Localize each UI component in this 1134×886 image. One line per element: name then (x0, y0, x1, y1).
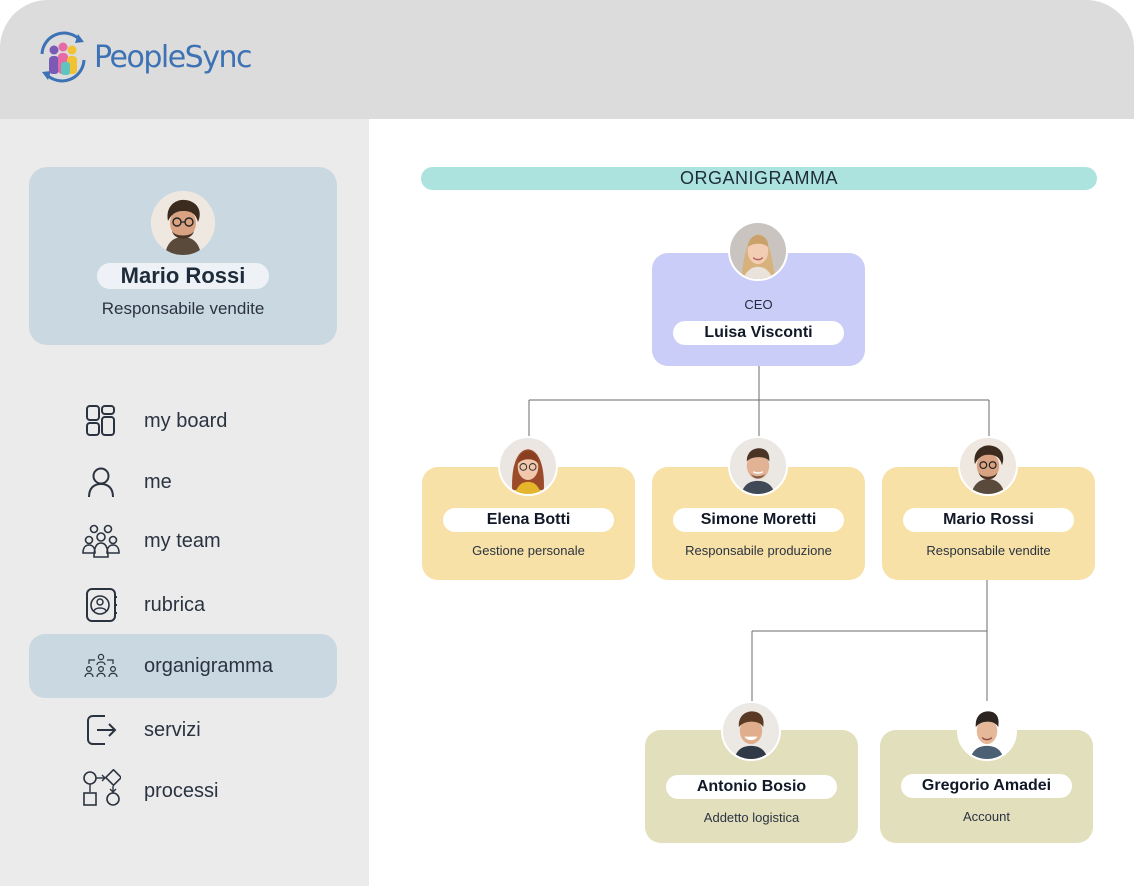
nav-item-servizi[interactable]: servizi (29, 698, 337, 762)
man-smiling-avatar-icon (723, 703, 779, 759)
node-role: Addetto logistica (703, 810, 800, 825)
nav-item-my-board[interactable]: my board (29, 389, 337, 453)
man-curly-hair-avatar-icon (151, 191, 215, 255)
people-sync-logo-icon (40, 31, 86, 83)
avatar (958, 436, 1018, 496)
nav-item-rubrica[interactable]: rubrica (29, 573, 337, 637)
man-curly-hair-avatar-icon (960, 438, 1016, 494)
main-content: ORGANIGRAMMA CEO Luisa Visconti Elena Bo… (369, 119, 1134, 886)
nav-label: my board (144, 410, 228, 432)
node-name: Simone Moretti (673, 508, 844, 532)
man-dark-hair-avatar-icon (959, 703, 1015, 759)
nav-label: processi (144, 780, 219, 802)
node-role: Account (963, 809, 1010, 824)
man-short-hair-avatar-icon (730, 438, 786, 494)
nav-label: organigramma (144, 655, 273, 677)
nav-label: my team (144, 530, 221, 552)
nav-item-processi[interactable]: processi (29, 759, 337, 823)
woman-blonde-avatar-icon (730, 223, 786, 279)
node-role: Responsabile vendite (926, 543, 1051, 558)
org-chart-icon (84, 653, 118, 678)
node-name: Mario Rossi (903, 508, 1074, 532)
nav-label: me (144, 471, 172, 493)
avatar (498, 436, 558, 496)
profile-role: Responsabile vendite (101, 299, 265, 318)
nav-item-organigramma[interactable]: organigramma (29, 634, 337, 698)
nav-item-me[interactable]: me (29, 450, 337, 514)
node-role: Gestione personale (472, 543, 585, 558)
nav-label: servizi (144, 719, 201, 741)
sidebar: Mario Rossi Responsabile vendite my boar… (0, 119, 369, 886)
node-name: Antonio Bosio (666, 775, 837, 799)
process-flow-icon (83, 769, 121, 806)
avatar (728, 436, 788, 496)
node-name: Luisa Visconti (673, 321, 844, 345)
app-window: PeopleSync Mario Rossi Responsabile vend… (0, 0, 1134, 886)
user-icon (88, 467, 114, 498)
brand-logo[interactable]: PeopleSync (34, 28, 252, 86)
node-title: CEO (744, 297, 773, 312)
avatar (151, 191, 215, 255)
team-icon (82, 524, 120, 558)
avatar (721, 701, 781, 761)
woman-redhead-avatar-icon (500, 438, 556, 494)
avatar (728, 221, 788, 281)
node-role: Responsabile produzione (685, 543, 832, 558)
contacts-book-icon (86, 588, 117, 622)
brand-name: PeopleSync (94, 39, 252, 75)
dashboard-icon (86, 405, 115, 436)
profile-name: Mario Rossi (97, 263, 269, 289)
node-name: Gregorio Amadei (901, 774, 1072, 798)
top-bar: PeopleSync (0, 0, 1134, 119)
nav-item-my-team[interactable]: my team (29, 509, 337, 573)
nav-label: rubrica (144, 594, 206, 616)
avatar (957, 701, 1017, 761)
profile-card[interactable]: Mario Rossi Responsabile vendite (29, 167, 337, 345)
exit-arrow-icon (87, 715, 117, 745)
node-name: Elena Botti (443, 508, 614, 532)
